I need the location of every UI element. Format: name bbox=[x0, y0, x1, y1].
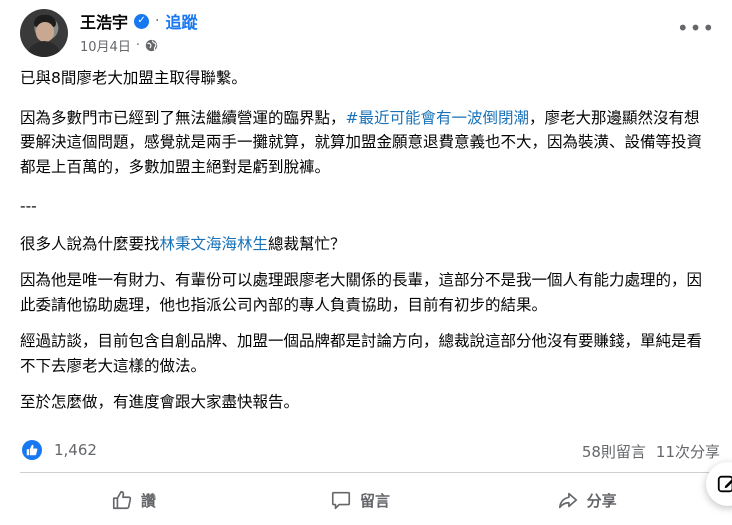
comment-bubble-icon bbox=[331, 491, 351, 510]
paragraph-2: 因為多數門市已經到了無法繼續營運的臨界點，#最近可能會有一波倒閉潮，廖老大那邊顯… bbox=[20, 106, 714, 180]
action-divider bbox=[20, 472, 720, 473]
public-globe-icon[interactable] bbox=[145, 39, 158, 52]
share-count[interactable]: 11次分享 bbox=[656, 441, 720, 462]
paragraph-1: 已與8間廖老大加盟主取得聯繫。 bbox=[20, 69, 247, 87]
mention-link[interactable]: 林秉文海海林生 bbox=[160, 235, 269, 253]
new-message-button[interactable] bbox=[706, 462, 732, 506]
hashtag-link[interactable]: #最近可能會有一波倒閉潮 bbox=[346, 109, 530, 127]
follow-button[interactable]: 追蹤 bbox=[165, 9, 197, 33]
share-button[interactable]: 分享 bbox=[473, 478, 700, 522]
separator-dot: · bbox=[135, 38, 140, 53]
like-count[interactable]: 1,462 bbox=[54, 441, 97, 459]
paragraph-6: 至於怎麼做，有進度會跟大家盡快報告。 bbox=[20, 393, 300, 411]
comment-button-label: 留言 bbox=[360, 491, 391, 510]
paragraph-3-text-a: 很多人說為什麼要找 bbox=[20, 234, 160, 253]
post-meta: 10月4日 · bbox=[80, 36, 158, 55]
thumbs-up-icon bbox=[26, 444, 38, 456]
verified-badge-icon: ✓ bbox=[134, 13, 150, 29]
comment-button[interactable]: 留言 bbox=[247, 478, 474, 522]
paragraph-3: 很多人說為什麼要找林秉文海海林生總裁幫忙？ bbox=[20, 232, 714, 257]
like-reaction-icon[interactable] bbox=[22, 440, 42, 460]
author-name-row: 王浩宇 ✓ · 追蹤 bbox=[80, 10, 197, 32]
share-button-label: 分享 bbox=[586, 491, 617, 510]
engagement-counts: 58則留言 11次分享 bbox=[582, 441, 720, 462]
compose-edit-icon bbox=[717, 475, 732, 493]
reaction-stats: 1,462 58則留言 11次分享 bbox=[20, 436, 720, 468]
like-button[interactable]: 讚 bbox=[20, 478, 247, 522]
like-button-label: 讚 bbox=[140, 491, 156, 510]
post-header: 王浩宇 ✓ · 追蹤 10月4日 · ••• bbox=[20, 8, 720, 60]
action-bar: 讚 留言 分享 bbox=[20, 478, 700, 522]
paragraph-3-text-b: 總裁幫忙？ bbox=[268, 234, 346, 253]
author-avatar[interactable] bbox=[20, 9, 68, 57]
share-arrow-icon bbox=[558, 492, 577, 509]
separator-dot: · bbox=[155, 13, 160, 29]
separator-line: --- bbox=[20, 197, 37, 215]
avatar-body bbox=[26, 41, 62, 57]
post-date[interactable]: 10月4日 bbox=[80, 36, 131, 55]
paragraph-2-text-a: 因為多數門市已經到了無法繼續營運的臨界點， bbox=[20, 108, 346, 127]
thumbs-up-outline-icon bbox=[112, 490, 131, 510]
more-options-icon[interactable]: ••• bbox=[677, 10, 714, 46]
paragraph-4: 因為他是唯一有財力、有輩份可以處理跟廖老大關係的長輩，這部分不是我一個人有能力處… bbox=[20, 271, 703, 314]
author-name[interactable]: 王浩宇 bbox=[80, 9, 128, 33]
comment-count[interactable]: 58則留言 bbox=[582, 441, 646, 462]
post-content: 已與8間廖老大加盟主取得聯繫。 因為多數門市已經到了無法繼續營運的臨界點，#最近… bbox=[20, 66, 714, 415]
avatar-face bbox=[36, 22, 54, 42]
paragraph-5: 經過訪談，目前包含自創品牌、加盟一個品牌都是討論方向，總裁說這部分他沒有要賺錢，… bbox=[20, 332, 703, 375]
